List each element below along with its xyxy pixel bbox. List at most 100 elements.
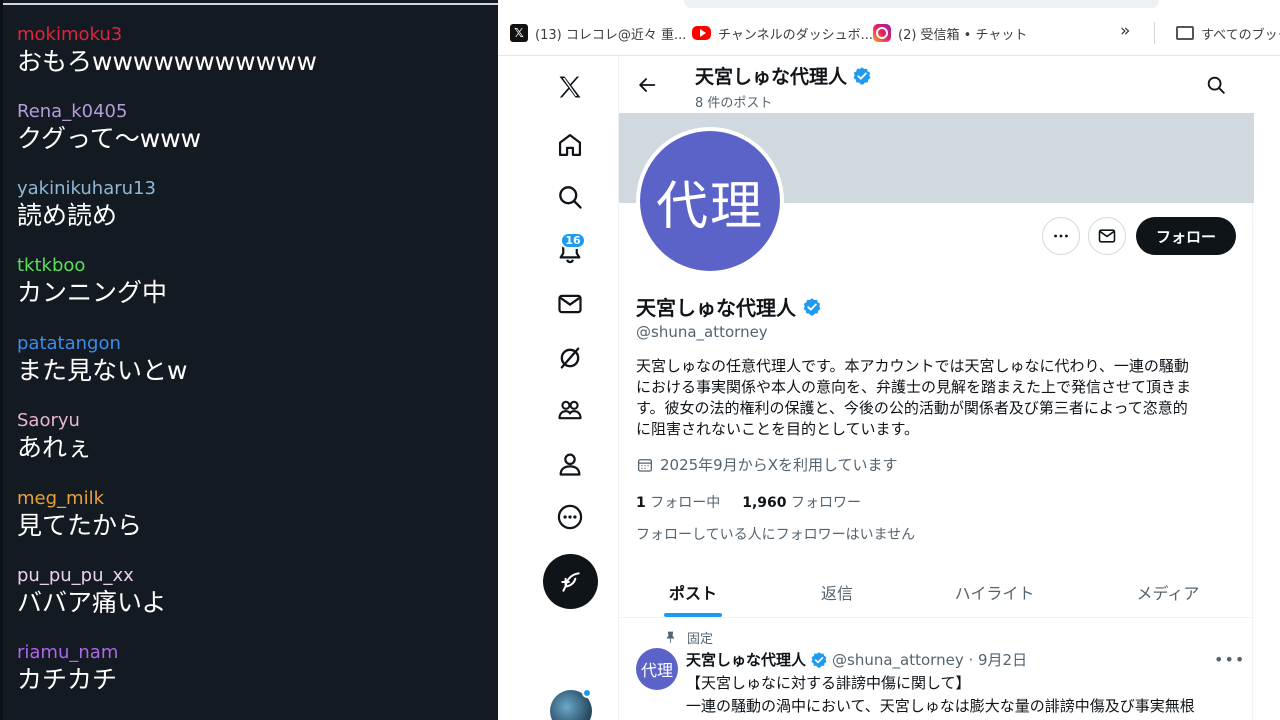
bio-line: 天宮しゅなの任意代理人です。本アカウントでは天宮しゅなに代わり、一連の騒動 <box>636 357 1189 375</box>
bookmark-item[interactable]: チャンネルのダッシュボ... <box>692 23 873 43</box>
bookmark-label: (13) コレコレ@近々 重... <box>535 27 687 43</box>
folder-icon <box>1176 26 1194 40</box>
verified-badge-icon <box>811 651 827 668</box>
chat-username: pu_pu_pu_xx <box>17 565 134 586</box>
x-nav-rail: 16 <box>498 56 618 720</box>
account-status-dot <box>582 688 592 698</box>
following-count: 1 <box>636 495 646 511</box>
profile-column: 天宮しゅな代理人 8 件のポスト 代理 フォロー 天宮しゅな代理人 @shuna… <box>618 56 1254 720</box>
tab-posts[interactable]: ポスト <box>619 566 767 618</box>
x-icon: 𝕏 <box>510 24 528 42</box>
pinned-label: 固定 <box>664 628 713 647</box>
youtube-icon <box>692 26 711 40</box>
follow-stats: 1 フォロー中 1,960 フォロワー <box>636 492 861 512</box>
search-icon[interactable] <box>553 180 587 214</box>
compose-post-button[interactable] <box>543 554 598 609</box>
instagram-icon <box>873 24 891 42</box>
profile-handle: @shuna_attorney <box>636 323 768 341</box>
calendar-icon <box>637 458 653 472</box>
chat-text: 見てたから <box>17 511 143 540</box>
tweet-more-icon[interactable]: ••• <box>1214 650 1245 669</box>
more-actions-button[interactable] <box>1042 217 1080 255</box>
following-label: フォロー中 <box>650 495 721 511</box>
chat-text: カンニング中 <box>17 278 168 307</box>
pinned-text: 固定 <box>687 632 714 647</box>
chat-username: mokimoku3 <box>17 24 123 45</box>
tab-highlights[interactable]: ハイライト <box>907 566 1082 618</box>
chat-message: Saoryu あれぇ <box>17 410 92 464</box>
bio-line: す。彼女の法的権利の保護と、今後の公的活動が関係者及び第三者によって恣意的 <box>636 399 1188 417</box>
address-bar[interactable] <box>684 0 1159 8</box>
header-profile-name: 天宮しゅな代理人 <box>695 62 872 89</box>
more-options-icon[interactable] <box>553 500 587 534</box>
home-icon[interactable] <box>553 128 587 162</box>
joined-text: 2025年9月からXを利用しています <box>660 456 898 474</box>
chat-text: また見ないとw <box>17 356 188 385</box>
chat-text: カチカチ <box>17 665 118 694</box>
profile-search-icon[interactable] <box>1205 74 1227 96</box>
x-logo-icon[interactable] <box>553 70 587 104</box>
chat-message: pu_pu_pu_xx ババア痛いよ <box>17 565 167 619</box>
profile-header-bar: 天宮しゅな代理人 8 件のポスト <box>619 56 1254 113</box>
followers-link[interactable]: 1,960 フォロワー <box>742 495 861 511</box>
feather-icon <box>560 571 580 592</box>
message-button[interactable] <box>1088 217 1126 255</box>
followers-count: 1,960 <box>742 495 787 511</box>
followers-you-know: フォローしている人にフォロワーはいません <box>636 527 916 543</box>
chat-username: riamu_nam <box>17 642 119 663</box>
active-tab-indicator <box>664 613 722 617</box>
tweet-meta: @shuna_attorney · 9月2日 <box>832 651 1028 669</box>
profile-icon[interactable] <box>553 447 587 481</box>
chat-username: meg_milk <box>17 488 104 509</box>
chat-message: mokimoku3 おもろwwwwwwwwwww <box>17 24 317 78</box>
follow-button[interactable]: フォロー <box>1136 217 1236 255</box>
chat-message: meg_milk 見てたから <box>17 488 142 542</box>
tweet-header: 天宮しゅな代理人 @shuna_attorney · 9月2日 <box>686 649 1027 670</box>
post-count: 8 件のポスト <box>695 96 773 111</box>
chat-text: おもろwwwwwwwwwww <box>17 47 317 76</box>
pin-icon <box>666 631 675 643</box>
grok-icon[interactable] <box>553 341 587 375</box>
chat-message: tktkboo カンニング中 <box>17 255 167 309</box>
profile-bio: 天宮しゅなの任意代理人です。本アカウントでは天宮しゅなに代わり、一連の騒動 にお… <box>636 356 1236 440</box>
chat-username: Rena_k0405 <box>17 101 128 122</box>
chat-text: ババア痛いよ <box>17 588 167 617</box>
all-bookmarks-folder[interactable]: すべてのブック <box>1176 23 1280 43</box>
chat-username: tktkboo <box>17 255 86 276</box>
chat-left-edge <box>0 0 3 720</box>
tab-media[interactable]: メディア <box>1082 566 1254 618</box>
back-arrow-icon[interactable] <box>636 74 658 96</box>
chat-message: patatangon また見ないとw <box>17 333 187 387</box>
communities-icon[interactable] <box>553 393 587 427</box>
followers-label: フォロワー <box>790 495 861 511</box>
messages-icon[interactable] <box>553 287 587 321</box>
notification-count-badge: 16 <box>560 232 586 249</box>
chat-text: クグって～www <box>17 124 202 153</box>
bookmarks-bar: 𝕏 (13) コレコレ@近々 重... チャンネルのダッシュボ... (2) 受… <box>498 0 1280 56</box>
joined-date: 2025年9月からXを利用しています <box>636 454 898 475</box>
bio-line: に阻害されないことを目的としています。 <box>636 420 920 438</box>
bio-line: における事実関係や本人の意向を、弁護士の見解を踏まえた上で発信させて頂きま <box>636 378 1192 396</box>
verified-badge-icon <box>803 297 821 315</box>
bookmarks-separator <box>1154 22 1155 44</box>
profile-avatar[interactable]: 代理 <box>636 127 784 275</box>
bookmarks-overflow-icon[interactable]: » <box>1120 21 1130 41</box>
chat-top-divider <box>0 3 498 5</box>
envelope-icon <box>1098 229 1116 243</box>
tweet-avatar[interactable]: 代理 <box>636 648 678 690</box>
following-link[interactable]: 1 フォロー中 <box>636 495 720 511</box>
tweet-text-line: 一連の騒動の渦中において、天宮しゅなは膨大な量の誹謗中傷及び事実無根 <box>686 697 1195 715</box>
profile-name-text: 天宮しゅな代理人 <box>636 296 796 320</box>
chat-username: Saoryu <box>17 410 80 431</box>
tweet-author-name[interactable]: 天宮しゅな代理人 <box>686 649 806 670</box>
chat-message: Rena_k0405 クグって～www <box>17 101 201 155</box>
bookmark-item[interactable]: (2) 受信箱 • チャット <box>873 23 1027 43</box>
tweet-text-line: 【天宮しゅなに対する誹謗中傷に関して】 <box>686 674 971 692</box>
browser-window: 𝕏 (13) コレコレ@近々 重... チャンネルのダッシュボ... (2) 受… <box>498 0 1280 720</box>
tab-replies[interactable]: 返信 <box>767 566 907 618</box>
chat-message: riamu_nam カチカチ <box>17 642 118 696</box>
bookmark-item[interactable]: 𝕏 (13) コレコレ@近々 重... <box>510 23 686 43</box>
bookmark-label: チャンネルのダッシュボ... <box>718 27 874 43</box>
folder-label: すべてのブック <box>1201 27 1280 43</box>
ellipsis-icon <box>1054 234 1068 238</box>
